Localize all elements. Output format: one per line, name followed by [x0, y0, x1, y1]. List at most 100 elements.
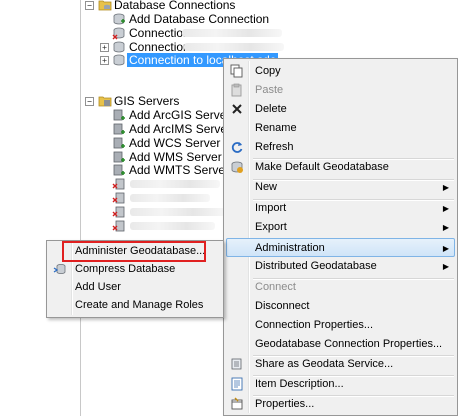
tree-node-server-redacted[interactable]	[112, 205, 225, 219]
redacted-text	[184, 43, 284, 51]
tree-node-server-redacted[interactable]	[112, 177, 222, 191]
menu-item-label: Item Description...	[255, 378, 344, 390]
redacted-text	[130, 194, 210, 202]
tree-node-add-wmts-server[interactable]: Add WMTS Server	[112, 163, 229, 177]
menu-item-disconnect[interactable]: Disconnect	[226, 297, 455, 316]
menu-item-properties[interactable]: Properties...	[226, 395, 455, 414]
folder-database-icon	[98, 0, 112, 11]
tree-node-add-arcgis-server[interactable]: Add ArcGIS Server	[112, 108, 230, 122]
menu-item-connect[interactable]: Connect	[226, 278, 455, 297]
server-add-icon	[113, 109, 125, 121]
menu-item-label: Import	[255, 202, 287, 214]
tree-label: Add Database Connection	[129, 12, 270, 26]
tree-label: Add WMS Server	[129, 150, 222, 164]
menu-item-compress-database[interactable]: Compress Database	[49, 260, 221, 278]
menu-item-geodatabase-connection-properties[interactable]: Geodatabase Connection Properties...	[226, 335, 455, 354]
menu-item-label: Export	[255, 221, 287, 233]
collapse-icon[interactable]: −	[85, 1, 94, 10]
server-error-icon	[112, 206, 125, 218]
tree-node-add-arcims-server[interactable]: Add ArcIMS Server	[112, 122, 231, 136]
menu-item-label: Add User	[75, 281, 121, 293]
tree-node-database-connections[interactable]: − Database Connections	[85, 0, 285, 12]
expand-icon[interactable]: +	[100, 56, 109, 65]
compress-database-icon	[53, 264, 66, 274]
properties-icon	[231, 397, 243, 410]
menu-item-label: Create and Manage Roles	[75, 299, 204, 311]
menu-item-label: Compress Database	[75, 263, 176, 275]
menu-item-copy[interactable]: Copy	[226, 62, 455, 81]
menu-item-paste[interactable]: Paste	[226, 81, 455, 100]
menu-item-administration[interactable]: Administration ▶	[226, 238, 455, 257]
menu-item-add-user[interactable]: Add User	[49, 278, 221, 296]
menu-item-label: New	[255, 181, 278, 193]
menu-item-label: Copy	[255, 65, 281, 77]
annotation-highlight-box	[62, 241, 206, 262]
tree-node-add-wms-server[interactable]: Add WMS Server	[112, 150, 222, 164]
default-geodatabase-icon	[231, 161, 243, 173]
copy-icon	[230, 64, 243, 78]
menu-item-connection-properties[interactable]: Connection Properties...	[226, 316, 455, 335]
redacted-text	[130, 208, 225, 216]
tree-label: Add WMTS Server	[129, 163, 230, 177]
menu-item-import[interactable]: Import ▶	[226, 199, 455, 218]
menu-item-label: Geodatabase Connection Properties...	[255, 338, 443, 350]
submenu-arrow-icon: ▶	[442, 244, 449, 253]
menu-item-rename[interactable]: Rename	[226, 119, 455, 138]
redacted-text	[182, 29, 282, 37]
server-add-icon	[113, 123, 125, 135]
tree-node-add-database-connection[interactable]: Add Database Connection	[112, 12, 332, 26]
paste-icon	[231, 83, 242, 97]
menu-item-label: Share as Geodata Service...	[255, 358, 394, 370]
item-description-icon	[231, 377, 243, 391]
menu-item-label: Rename	[255, 122, 297, 134]
collapse-icon[interactable]: −	[85, 97, 94, 106]
database-add-icon	[113, 13, 125, 25]
tree-guide-line	[80, 0, 81, 416]
server-add-icon	[113, 137, 125, 149]
menu-item-distributed-geodatabase[interactable]: Distributed Geodatabase ▶	[226, 257, 455, 276]
tree-label: Add ArcGIS Server	[129, 108, 231, 122]
server-error-icon	[112, 178, 125, 190]
menu-item-label: Connection Properties...	[255, 319, 374, 331]
expand-icon[interactable]: +	[100, 43, 109, 52]
submenu-arrow-icon: ▶	[442, 204, 449, 213]
tree-node-server-redacted[interactable]	[112, 219, 222, 233]
refresh-icon	[231, 142, 243, 153]
menu-item-export[interactable]: Export ▶	[226, 218, 455, 237]
tree-label: Connection	[129, 40, 190, 54]
folder-server-icon	[98, 96, 112, 107]
tree-label: Add ArcIMS Server	[129, 122, 232, 136]
share-service-icon	[231, 358, 242, 370]
menu-item-item-description[interactable]: Item Description...	[226, 375, 455, 394]
server-add-icon	[113, 164, 125, 176]
submenu-arrow-icon: ▶	[442, 223, 449, 232]
tree-node-server-redacted[interactable]	[112, 191, 222, 205]
menu-item-label: Connect	[255, 281, 296, 293]
tree-node-add-wcs-server[interactable]: Add WCS Server	[112, 136, 222, 150]
menu-item-label: Properties...	[255, 398, 315, 410]
server-error-icon	[112, 192, 125, 204]
submenu-arrow-icon: ▶	[442, 183, 449, 192]
delete-icon	[232, 104, 242, 114]
menu-item-label: Disconnect	[255, 300, 310, 312]
database-icon	[113, 41, 125, 53]
database-error-icon	[112, 27, 125, 40]
tree-node-gis-servers[interactable]: − GIS Servers	[85, 94, 245, 108]
menu-item-label: Distributed Geodatabase	[255, 260, 377, 272]
redacted-text	[130, 222, 215, 230]
menu-item-make-default[interactable]: Make Default Geodatabase	[226, 158, 455, 177]
tree-label: Database Connections	[114, 0, 236, 12]
server-add-icon	[113, 151, 125, 163]
tree-node-connection[interactable]: + Connection	[100, 40, 330, 54]
context-menu: Copy Paste Delete Rename Refresh Make De…	[223, 58, 458, 416]
menu-item-new[interactable]: New ▶	[226, 178, 455, 197]
menu-item-delete[interactable]: Delete	[226, 100, 455, 119]
menu-item-create-manage-roles[interactable]: Create and Manage Roles	[49, 296, 221, 314]
menu-item-label: Paste	[255, 84, 284, 96]
tree-node-connection[interactable]: Connection	[112, 26, 332, 40]
menu-item-label: Administration	[255, 242, 325, 254]
tree-label: GIS Servers	[114, 94, 180, 108]
menu-item-share-as-geodata-service[interactable]: Share as Geodata Service...	[226, 355, 455, 374]
menu-item-refresh[interactable]: Refresh	[226, 138, 455, 157]
server-error-icon	[112, 220, 125, 232]
